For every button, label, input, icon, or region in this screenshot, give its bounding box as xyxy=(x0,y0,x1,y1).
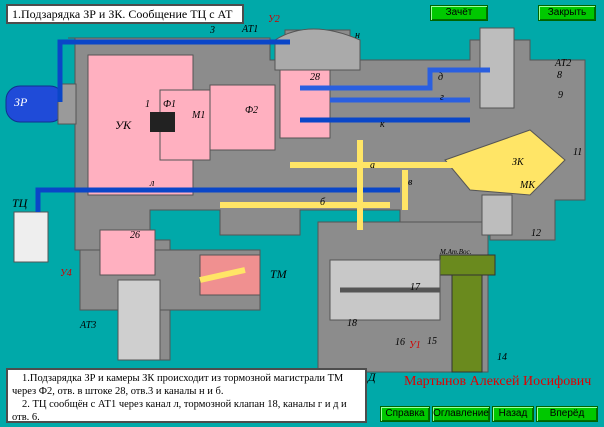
label-b: б xyxy=(320,197,326,208)
label-3: 3 xyxy=(210,25,215,36)
contents-button[interactable]: Оглавление xyxy=(432,406,490,422)
label-tc: ТЦ xyxy=(12,196,28,210)
label-a: а xyxy=(370,160,375,171)
label-l: л xyxy=(150,178,155,189)
label-f1: Ф1 xyxy=(163,99,177,110)
label-17: 17 xyxy=(410,282,420,293)
brake-schematic xyxy=(5,27,586,373)
label-28: 28 xyxy=(310,72,320,83)
label-26: 26 xyxy=(130,230,140,241)
label-mk: МК xyxy=(520,180,535,191)
description-box: 1.Подзарядка ЗР и камеры ЗК происходит и… xyxy=(6,368,367,423)
label-uk: УК xyxy=(115,118,132,132)
label-u1: У1 xyxy=(409,340,421,351)
label-at1: АТ1 xyxy=(242,24,259,35)
label-f2: Ф2 xyxy=(245,105,259,116)
back-button[interactable]: Назад xyxy=(492,406,534,422)
label-11: 11 xyxy=(573,147,583,158)
label-n: н xyxy=(355,30,360,41)
label-15: 15 xyxy=(427,336,437,347)
label-tm: ТМ xyxy=(270,267,287,281)
label-12: 12 xyxy=(531,228,541,239)
label-d: д xyxy=(438,72,444,83)
label-m1: М1 xyxy=(192,110,206,121)
description-p2: 2. ТЦ сообщён с АТ1 через канал л, тормо… xyxy=(12,399,347,423)
label-u2: У2 xyxy=(268,14,280,25)
label-9: 9 xyxy=(558,90,563,101)
label-at3: АТ3 xyxy=(80,320,97,331)
label-at2: АТ2 xyxy=(555,58,572,69)
author-name: Мартынов Алексей Иосифович xyxy=(404,374,592,389)
description-p1: 1.Подзарядка ЗР и камеры ЗК происходит и… xyxy=(12,373,344,397)
label-14: 14 xyxy=(497,352,507,363)
label-g: г xyxy=(440,92,444,103)
label-8: 8 xyxy=(557,70,562,81)
label-u4: У4 xyxy=(60,268,72,279)
label-d-handle: Д xyxy=(368,370,376,384)
label-zk: ЗК xyxy=(512,157,524,168)
label-16: 16 xyxy=(395,337,405,348)
label-matvos: М.Ат.Вос. xyxy=(440,248,472,256)
help-button[interactable]: Справка xyxy=(380,406,430,422)
label-k: к xyxy=(380,119,385,130)
label-v: в xyxy=(408,177,413,188)
label-zr: ЗР xyxy=(14,95,28,109)
label-18: 18 xyxy=(347,318,357,329)
forward-button[interactable]: Вперёд xyxy=(536,406,598,422)
label-1: 1 xyxy=(145,99,150,110)
